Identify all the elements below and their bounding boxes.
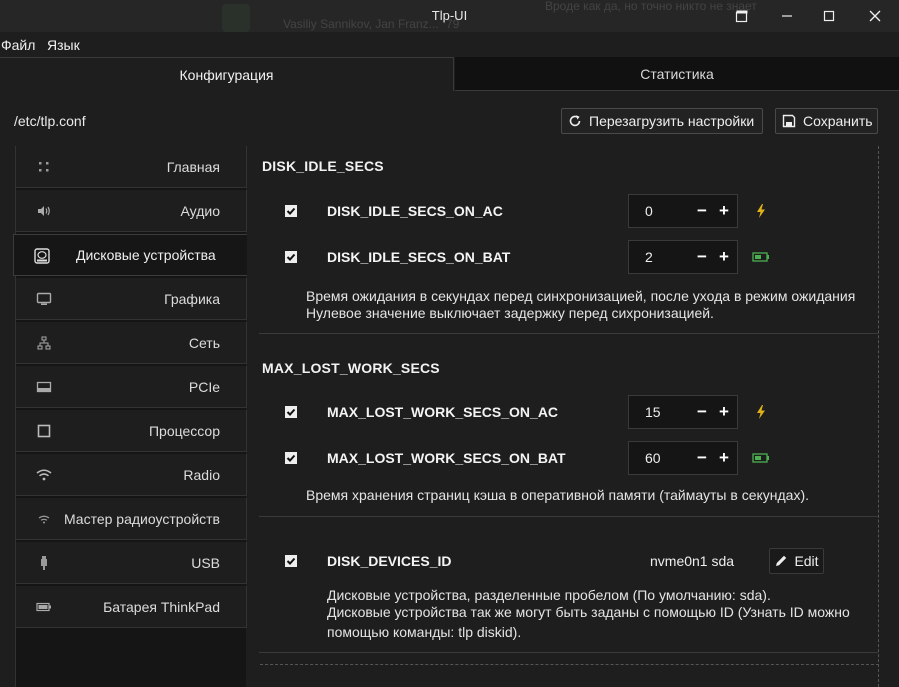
- sidebar-item-label: Дисковые устройства: [76, 247, 216, 263]
- sidebar-item-radio-wizard[interactable]: Мастер радиоустройств: [16, 498, 247, 540]
- main-tabs: Конфигурация Статистика: [0, 57, 899, 91]
- sidebar-item-label: Батарея ThinkPad: [103, 598, 220, 615]
- spinbox-value[interactable]: 15: [629, 404, 691, 420]
- sidebar-item-audio[interactable]: Аудио: [16, 190, 247, 232]
- close-icon[interactable]: [853, 0, 897, 32]
- usb-icon: [36, 555, 52, 571]
- cpu-icon: [36, 423, 52, 439]
- sidebar-item-pcie[interactable]: PCIe: [16, 366, 247, 408]
- minimize-icon[interactable]: [765, 0, 809, 32]
- increment-button[interactable]: +: [713, 241, 735, 273]
- sidebar-item-label: Процессор: [148, 422, 220, 439]
- disk-idle-ac-checkbox[interactable]: [285, 205, 297, 217]
- speaker-icon: [36, 203, 52, 219]
- sidebar-item-thinkpad-battery[interactable]: Батарея ThinkPad: [16, 586, 247, 628]
- edit-label: Edit: [794, 553, 819, 569]
- spinbox-value[interactable]: 60: [629, 450, 691, 466]
- lightning-icon: [752, 405, 770, 419]
- menu-language[interactable]: Язык: [47, 37, 80, 53]
- sidebar-item-label: Radio: [183, 466, 220, 483]
- settings-panel: DISK_IDLE_SECS DISK_IDLE_SECS_ON_AC 0 − …: [247, 146, 879, 687]
- sidebar-item-processor[interactable]: Процессор: [16, 410, 247, 452]
- battery-charge-icon: [752, 451, 770, 465]
- section-divider: [259, 652, 878, 653]
- sidebar-item-label: Мастер радиоустройств: [63, 510, 220, 527]
- save-button[interactable]: Сохранить: [775, 108, 878, 134]
- wifi-small-icon: [36, 511, 52, 527]
- reload-settings-label: Перезагрузить настройки: [589, 113, 755, 129]
- disk-devices-description-2: Дисковые устройства так же могут быть за…: [327, 604, 850, 620]
- monitor-icon: [36, 291, 52, 307]
- restore-icon[interactable]: [720, 0, 764, 32]
- disk-icon: [34, 248, 50, 264]
- disk-devices-value: nvme0n1 sda: [650, 553, 735, 569]
- battery-charge-icon: [752, 250, 770, 264]
- max-lost-description: Время хранения страниц кэша в оперативно…: [306, 487, 810, 503]
- tab-statistics[interactable]: Статистика: [455, 57, 899, 91]
- disk-devices-edit-button[interactable]: Edit: [769, 548, 824, 574]
- sidebar-item-label: Сеть: [188, 334, 220, 351]
- menu-file[interactable]: Файл: [1, 37, 35, 53]
- disk-devices-checkbox[interactable]: [285, 555, 297, 567]
- max-lost-bat-label: MAX_LOST_WORK_SECS_ON_BAT: [327, 450, 566, 466]
- increment-button[interactable]: +: [713, 442, 735, 474]
- grid-dots-icon: [36, 159, 52, 175]
- disk-idle-ac-label: DISK_IDLE_SECS_ON_AC: [327, 203, 503, 219]
- sidebar-item-usb[interactable]: USB: [16, 542, 247, 584]
- disk-idle-ac-spinbox[interactable]: 0 − +: [628, 194, 738, 228]
- decrement-button[interactable]: −: [691, 396, 713, 428]
- spinbox-value[interactable]: 2: [629, 249, 691, 265]
- disk-devices-description-3: помощью команды: tlp diskid).: [327, 624, 522, 640]
- save-label: Сохранить: [803, 113, 873, 129]
- reload-settings-button[interactable]: Перезагрузить настройки: [561, 108, 763, 134]
- disk-idle-description-1: Время ожидания в секундах перед синхрони…: [306, 288, 856, 304]
- sidebar: Главная Аудио Дисковые устройства График…: [13, 146, 247, 687]
- maximize-icon[interactable]: [807, 0, 851, 32]
- section-title-disk-idle: DISK_IDLE_SECS: [262, 158, 384, 174]
- max-lost-bat-checkbox[interactable]: [285, 452, 297, 464]
- max-lost-bat-spinbox[interactable]: 60 − +: [628, 441, 738, 475]
- section-title-max-lost-work: MAX_LOST_WORK_SECS: [262, 360, 440, 376]
- network-icon: [36, 335, 52, 351]
- section-divider: [259, 516, 878, 517]
- decrement-button[interactable]: −: [691, 442, 713, 474]
- sidebar-item-radio[interactable]: Radio: [16, 454, 247, 496]
- disk-devices-label: DISK_DEVICES_ID: [327, 553, 452, 569]
- panel-bottom-border: [260, 664, 879, 665]
- disk-idle-bat-label: DISK_IDLE_SECS_ON_BAT: [327, 249, 511, 265]
- sidebar-item-label: Графика: [164, 290, 220, 307]
- disk-idle-bat-checkbox[interactable]: [285, 251, 297, 263]
- spinbox-value[interactable]: 0: [629, 203, 691, 219]
- max-lost-ac-spinbox[interactable]: 15 − +: [628, 395, 738, 429]
- title-bar: Vasiliy Sannikov, Jan Franz... 79 Вроде …: [0, 0, 899, 32]
- sidebar-item-label: Главная: [166, 158, 220, 175]
- sidebar-item-main[interactable]: Главная: [16, 146, 247, 188]
- max-lost-ac-label: MAX_LOST_WORK_SECS_ON_AC: [327, 404, 559, 420]
- refresh-icon: [568, 114, 582, 128]
- increment-button[interactable]: +: [713, 195, 735, 227]
- menu-bar: Файл Язык: [0, 32, 899, 56]
- sidebar-item-graphics[interactable]: Графика: [16, 278, 247, 320]
- sidebar-item-label: USB: [191, 554, 220, 571]
- sidebar-item-disk-devices[interactable]: Дисковые устройства: [13, 234, 247, 276]
- battery-icon: [36, 599, 52, 615]
- pencil-icon: [774, 554, 788, 568]
- disk-idle-description-2: Нулевое значение выключает задержку пере…: [306, 305, 714, 321]
- pcie-icon: [36, 379, 52, 395]
- section-divider: [259, 333, 878, 334]
- lightning-icon: [752, 204, 770, 218]
- sidebar-item-label: PCIe: [188, 378, 220, 395]
- sidebar-item-network[interactable]: Сеть: [16, 322, 247, 364]
- save-icon: [782, 114, 796, 128]
- max-lost-ac-checkbox[interactable]: [285, 406, 297, 418]
- disk-devices-description-1: Дисковые устройства, разделенные пробело…: [327, 587, 771, 603]
- disk-idle-bat-spinbox[interactable]: 2 − +: [628, 240, 738, 274]
- tab-configuration[interactable]: Конфигурация: [0, 57, 454, 91]
- decrement-button[interactable]: −: [691, 241, 713, 273]
- wifi-icon: [36, 467, 52, 483]
- increment-button[interactable]: +: [713, 396, 735, 428]
- sidebar-item-label: Аудио: [180, 202, 221, 219]
- config-file-path: /etc/tlp.conf: [14, 113, 86, 129]
- decrement-button[interactable]: −: [691, 195, 713, 227]
